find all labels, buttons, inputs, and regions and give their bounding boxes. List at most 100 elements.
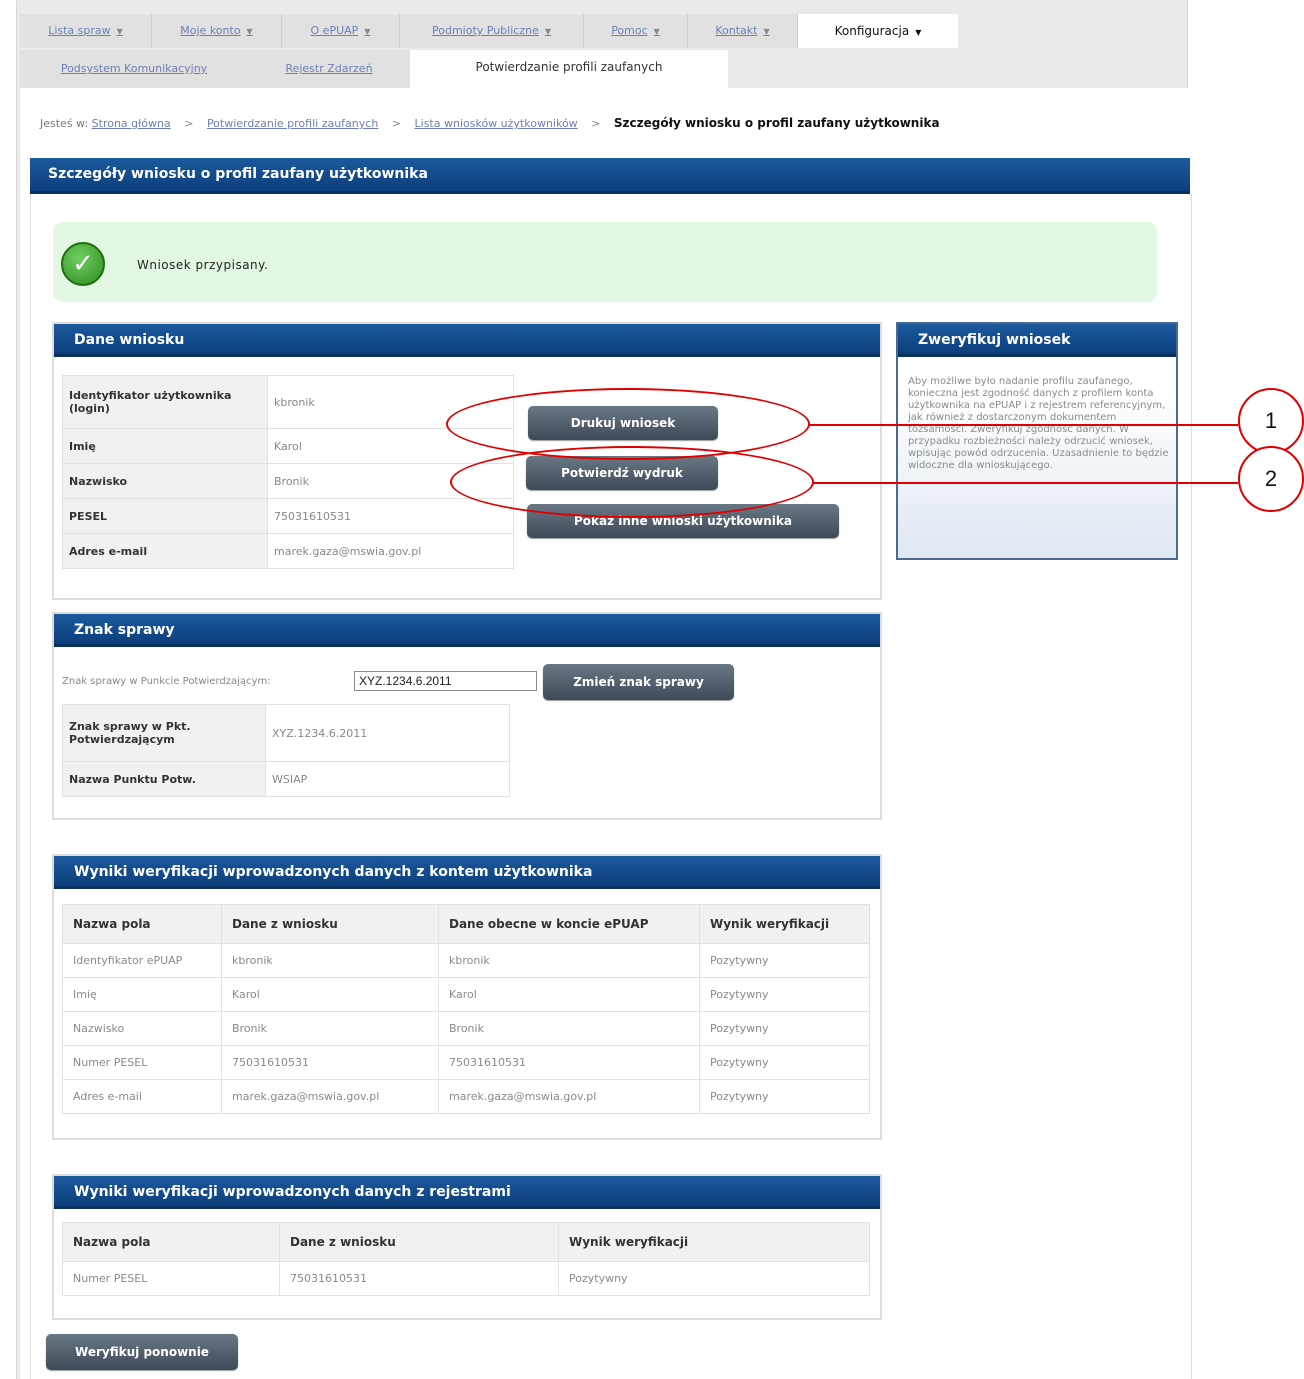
column-header: Wynik weryfikacji xyxy=(558,1222,870,1262)
cell: Pozytywny xyxy=(699,1045,870,1080)
tab-label: Lista spraw xyxy=(48,24,111,37)
cell: Karol xyxy=(438,977,700,1012)
chevron-down-icon: ▼ xyxy=(915,28,922,37)
cell: Pozytywny xyxy=(699,1011,870,1046)
breadcrumb-separator: > xyxy=(391,117,402,130)
verify-sidebar: Zweryfikuj wniosek Aby możliwe było nada… xyxy=(896,322,1178,560)
change-case-number-button[interactable]: Zmień znak sprawy xyxy=(543,664,734,700)
table-row: Nazwisko Bronik Bronik Pozytywny xyxy=(62,1011,870,1046)
table-row: Adres e-mail marek.gaza@mswia.gov.pl xyxy=(62,533,514,569)
reverify-button[interactable]: Weryfikuj ponownie xyxy=(46,1334,238,1370)
account-verification-table: Nazwa pola Dane z wniosku Dane obecne w … xyxy=(62,904,870,1114)
cell: Adres e-mail xyxy=(62,1079,222,1114)
cell: 75031610531 xyxy=(221,1045,439,1080)
table-header: Nazwa pola Dane z wniosku Wynik weryfika… xyxy=(62,1222,870,1262)
subtab-rejestr-zdarzen[interactable]: Rejestr Zdarzeń xyxy=(248,50,410,88)
cell: Pozytywny xyxy=(699,1079,870,1114)
table-row: Imię Karol xyxy=(62,428,514,464)
table-row: Znak sprawy w Pkt. Potwierdzającym XYZ.12… xyxy=(62,704,510,762)
chevron-down-icon: ▼ xyxy=(763,27,770,36)
column-header: Nazwa pola xyxy=(62,904,222,944)
cell: kbronik xyxy=(221,943,439,978)
case-table: Znak sprawy w Pkt. Potwierdzającym XYZ.12… xyxy=(62,704,510,797)
verify-sidebar-title: Zweryfikuj wniosek xyxy=(898,324,1176,357)
breadcrumb-link-list[interactable]: Lista wniosków użytkowników xyxy=(415,117,578,130)
application-panel-title: Dane wniosku xyxy=(54,324,880,357)
tab-label: Kontakt xyxy=(715,24,758,37)
chevron-down-icon: ▼ xyxy=(246,27,253,36)
case-panel-title: Znak sprawy xyxy=(54,614,880,647)
tab-kontakt[interactable]: Kontakt ▼ xyxy=(688,14,798,48)
table-row: PESEL 75031610531 xyxy=(62,498,514,534)
table-row: Adres e-mail marek.gaza@mswia.gov.pl marek… xyxy=(62,1079,870,1114)
chevron-down-icon: ▼ xyxy=(364,27,371,36)
cell: Numer PESEL xyxy=(62,1045,222,1080)
row-value: XYZ.1234.6.2011 xyxy=(265,704,510,762)
tab-moje-konto[interactable]: Moje konto ▼ xyxy=(152,14,282,48)
cell: marek.gaza@mswia.gov.pl xyxy=(438,1079,700,1114)
cell: marek.gaza@mswia.gov.pl xyxy=(221,1079,439,1114)
chevron-down-icon: ▼ xyxy=(116,27,123,36)
alert-message: Wniosek przypisany. xyxy=(137,258,269,272)
table-row: Identyfikator ePUAP kbronik kbronik Pozytyw… xyxy=(62,943,870,978)
registry-verification-title: Wyniki weryfikacji wprowadzonych danych … xyxy=(54,1176,880,1209)
sub-menu: Podsystem Komunikacyjny Rejestr Zdarzeń … xyxy=(20,50,728,88)
tab-podmioty-publiczne[interactable]: Podmioty Publiczne ▼ xyxy=(400,14,584,48)
row-value: 75031610531 xyxy=(267,498,514,534)
table-row: Nazwisko Bronik xyxy=(62,463,514,499)
cell: Numer PESEL xyxy=(62,1261,280,1296)
subtab-podsystem-komunikacyjny[interactable]: Podsystem Komunikacyjny xyxy=(20,50,248,88)
breadcrumb-link-profiles[interactable]: Potwierdzanie profili zaufanych xyxy=(207,117,378,130)
row-value: WSIAP xyxy=(265,761,510,797)
annotation-number-1: 1 xyxy=(1238,388,1304,454)
table-header: Nazwa pola Dane z wniosku Dane obecne w … xyxy=(62,904,870,944)
chevron-down-icon: ▼ xyxy=(653,27,660,36)
breadcrumb-prefix: Jesteś w: xyxy=(40,117,89,130)
breadcrumb-link-home[interactable]: Strona główna xyxy=(92,117,171,130)
subtab-potwierdzanie-profili[interactable]: Potwierdzanie profili zaufanych xyxy=(410,50,728,88)
column-header: Wynik weryfikacji xyxy=(699,904,870,944)
row-label: Znak sprawy w Pkt. Potwierdzającym xyxy=(62,704,266,762)
row-label: Identyfikator użytkownika (login) xyxy=(62,375,268,429)
application-table: Identyfikator użytkownika (login) kbronik… xyxy=(62,375,514,569)
callout-line-2 xyxy=(812,482,1238,484)
column-header: Dane obecne w koncie ePUAP xyxy=(438,904,700,944)
cell: Nazwisko xyxy=(62,1011,222,1046)
registry-verification-table: Nazwa pola Dane z wniosku Wynik weryfika… xyxy=(62,1222,870,1296)
success-alert: ✓ Wniosek przypisany. xyxy=(53,222,1157,302)
breadcrumb-current: Szczegóły wniosku o profil zaufany użytk… xyxy=(613,116,940,130)
case-number-input[interactable] xyxy=(354,671,537,691)
check-icon: ✓ xyxy=(61,242,105,286)
column-header: Nazwa pola xyxy=(62,1222,280,1262)
cell: kbronik xyxy=(438,943,700,978)
main-menu: Lista spraw ▼ Moje konto ▼ O ePUAP ▼ Podmio… xyxy=(20,14,958,48)
callout-ellipse-confirm xyxy=(450,446,814,518)
page-title: Szczegóły wniosku o profil zaufany użytk… xyxy=(30,158,1190,194)
tab-label: O ePUAP xyxy=(310,24,359,37)
row-label: Imię xyxy=(62,428,268,464)
cell: Identyfikator ePUAP xyxy=(62,943,222,978)
column-header: Dane z wniosku xyxy=(221,904,439,944)
table-row: Numer PESEL 75031610531 75031610531 Pozytyw… xyxy=(62,1045,870,1080)
cell: 75031610531 xyxy=(279,1261,559,1296)
table-row: Numer PESEL 75031610531 Pozytywny xyxy=(62,1261,870,1296)
account-verification-title: Wyniki weryfikacji wprowadzonych danych … xyxy=(54,856,880,889)
table-row: Nazwa Punktu Potw. WSIAP xyxy=(62,761,510,797)
tab-lista-spraw[interactable]: Lista spraw ▼ xyxy=(20,14,152,48)
column-header: Dane z wniosku xyxy=(279,1222,559,1262)
row-label: PESEL xyxy=(62,498,268,534)
annotation-number-2: 2 xyxy=(1238,446,1304,512)
cell: 75031610531 xyxy=(438,1045,700,1080)
cell: Pozytywny xyxy=(558,1261,870,1296)
tab-o-epuap[interactable]: O ePUAP ▼ xyxy=(282,14,400,48)
chevron-down-icon: ▼ xyxy=(544,27,551,36)
tab-konfiguracja[interactable]: Konfiguracja ▼ xyxy=(798,14,958,48)
cell: Pozytywny xyxy=(699,977,870,1012)
cell: Karol xyxy=(221,977,439,1012)
cell: Pozytywny xyxy=(699,943,870,978)
cell: Bronik xyxy=(438,1011,700,1046)
tab-label: Pomoc xyxy=(611,24,648,37)
tab-pomoc[interactable]: Pomoc ▼ xyxy=(584,14,688,48)
row-value: marek.gaza@mswia.gov.pl xyxy=(267,533,514,569)
cell: Imię xyxy=(62,977,222,1012)
